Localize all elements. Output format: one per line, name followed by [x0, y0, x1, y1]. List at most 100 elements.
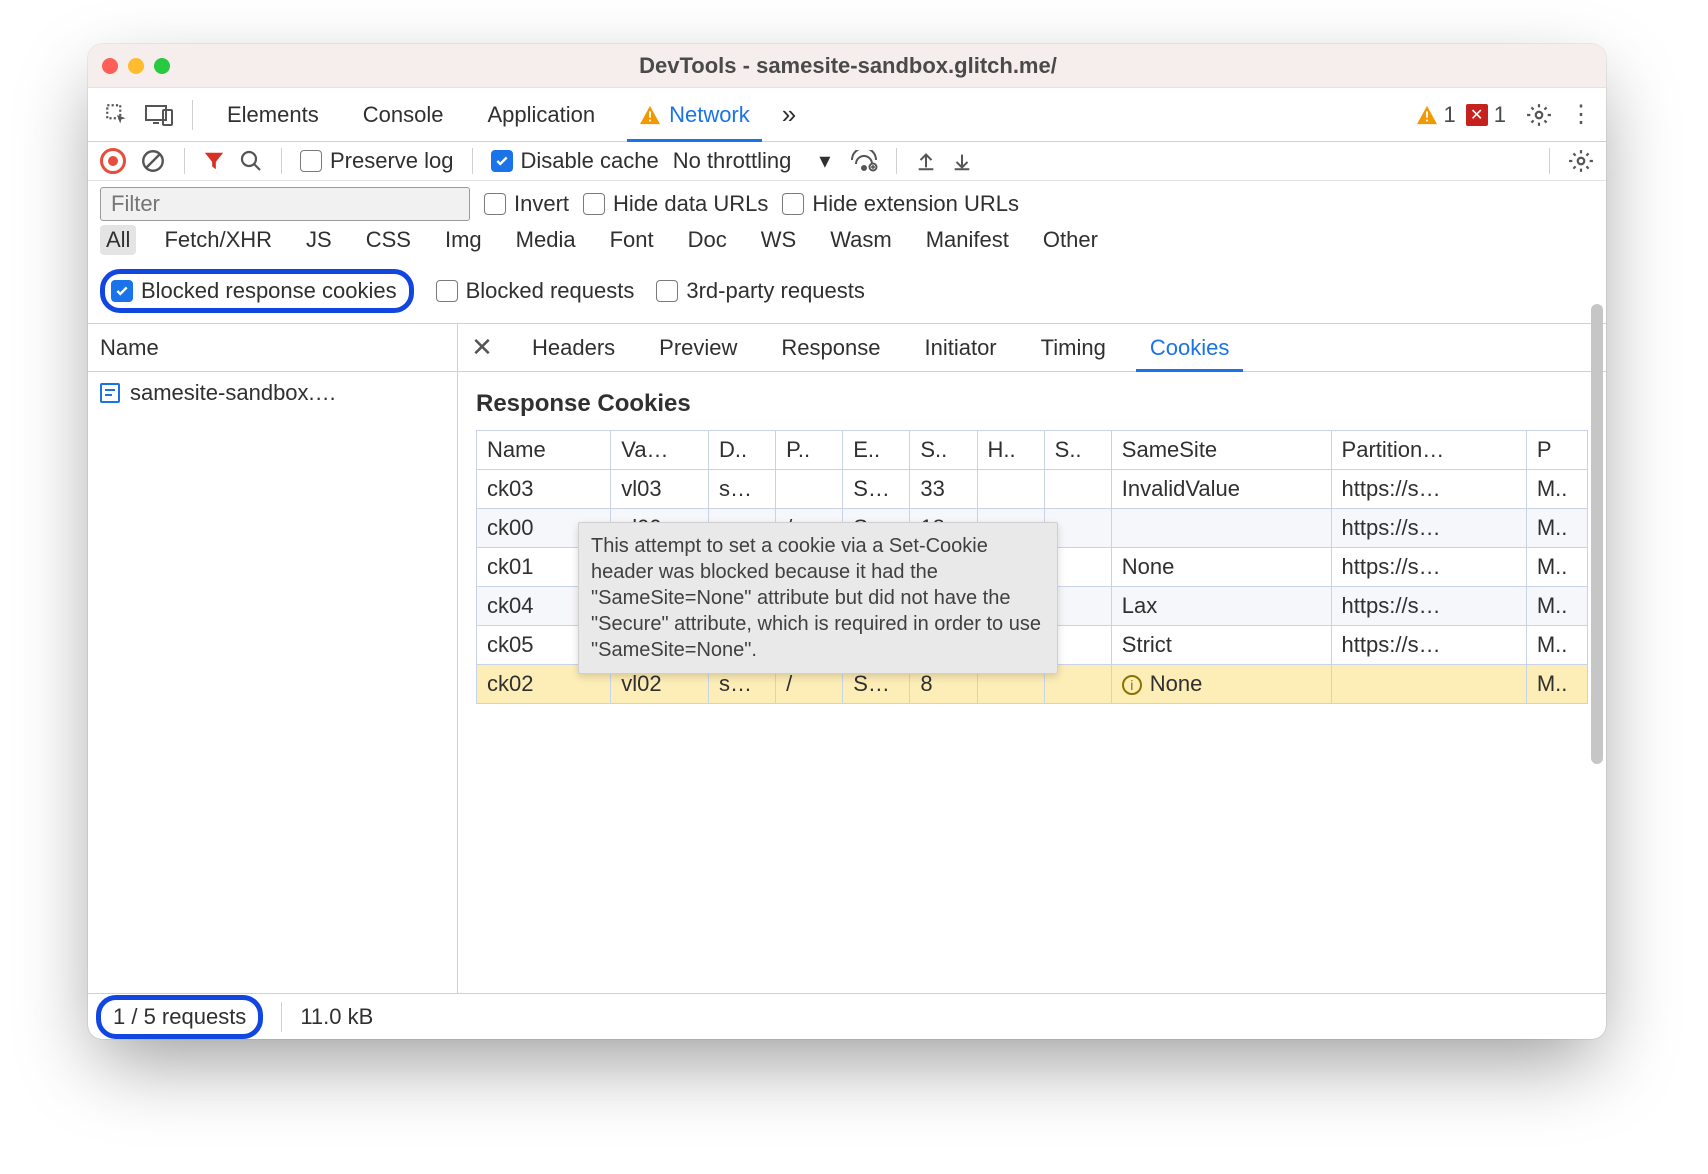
- main-tabstrip: Elements Console Application Network » 1…: [88, 88, 1606, 142]
- device-toolbar-icon[interactable]: [142, 98, 176, 132]
- invert-checkbox[interactable]: Invert: [484, 191, 569, 217]
- column-header[interactable]: H..: [977, 431, 1044, 470]
- throttling-select[interactable]: No throttling ▾: [673, 148, 837, 174]
- cell: [776, 470, 843, 509]
- tab-network-label: Network: [669, 102, 750, 128]
- network-settings-icon[interactable]: [1568, 148, 1594, 174]
- resource-type-doc[interactable]: Doc: [682, 225, 733, 255]
- errors-badge[interactable]: ✕ 1: [1466, 102, 1506, 128]
- detail-tab-cookies[interactable]: Cookies: [1132, 324, 1247, 371]
- column-header[interactable]: P: [1526, 431, 1587, 470]
- document-icon: [100, 383, 120, 403]
- cell: M..: [1526, 470, 1587, 509]
- request-list-pane: Name samesite-sandbox.…: [88, 324, 458, 993]
- column-header[interactable]: P..: [776, 431, 843, 470]
- resource-type-js[interactable]: JS: [300, 225, 338, 255]
- resource-type-other[interactable]: Other: [1037, 225, 1104, 255]
- response-cookies-heading: Response Cookies: [476, 390, 1588, 418]
- download-har-icon[interactable]: [951, 149, 973, 173]
- hide-data-label: Hide data URLs: [613, 191, 768, 217]
- name-column-header: Name: [100, 335, 159, 361]
- blocked-response-cookies-checkbox[interactable]: Blocked response cookies: [111, 278, 397, 304]
- cookie-filter-row: Blocked response cookies Blocked request…: [88, 263, 1606, 324]
- error-icon: ✕: [1466, 104, 1488, 126]
- detail-tab-timing[interactable]: Timing: [1023, 324, 1124, 371]
- errors-count: 1: [1494, 102, 1506, 128]
- tab-application[interactable]: Application: [469, 88, 613, 141]
- column-header[interactable]: SameSite: [1111, 431, 1331, 470]
- filter-input[interactable]: [100, 187, 470, 221]
- chevron-down-icon: ▾: [819, 148, 830, 174]
- scrollbar[interactable]: [1591, 304, 1603, 764]
- throttling-value: No throttling: [673, 148, 792, 174]
- column-header[interactable]: E..: [843, 431, 910, 470]
- warning-icon: [1416, 105, 1438, 125]
- upload-har-icon[interactable]: [915, 149, 937, 173]
- column-header[interactable]: Name: [477, 431, 611, 470]
- resource-type-font[interactable]: Font: [604, 225, 660, 255]
- hide-ext-label: Hide extension URLs: [812, 191, 1019, 217]
- column-header[interactable]: Va…: [611, 431, 709, 470]
- resource-type-manifest[interactable]: Manifest: [920, 225, 1015, 255]
- detail-tab-initiator[interactable]: Initiator: [906, 324, 1014, 371]
- warnings-badge[interactable]: 1: [1416, 102, 1456, 128]
- titlebar: DevTools - samesite-sandbox.glitch.me/: [88, 44, 1606, 88]
- resource-type-img[interactable]: Img: [439, 225, 488, 255]
- table-header-row: NameVa…D..P..E..S..H..S..SameSitePartiti…: [477, 431, 1588, 470]
- window-title: DevTools - samesite-sandbox.glitch.me/: [104, 53, 1592, 79]
- disable-cache-checkbox[interactable]: Disable cache: [491, 148, 659, 174]
- filter-icon[interactable]: [203, 150, 225, 172]
- tab-network[interactable]: Network: [621, 88, 768, 141]
- cell: M..: [1526, 665, 1587, 704]
- divider: [472, 148, 473, 174]
- cell: [1044, 470, 1111, 509]
- cell: s…: [708, 470, 775, 509]
- resource-type-wasm[interactable]: Wasm: [824, 225, 898, 255]
- resource-type-fetchxhr[interactable]: Fetch/XHR: [158, 225, 278, 255]
- column-header[interactable]: S..: [1044, 431, 1111, 470]
- resource-type-media[interactable]: Media: [510, 225, 582, 255]
- cell: InvalidValue: [1111, 470, 1331, 509]
- clear-icon[interactable]: [140, 148, 166, 174]
- preserve-log-label: Preserve log: [330, 148, 454, 174]
- blocked-requests-checkbox[interactable]: Blocked requests: [436, 278, 635, 304]
- inspect-element-icon[interactable]: [100, 98, 134, 132]
- cell: [1111, 509, 1331, 548]
- main-split: Name samesite-sandbox.… ✕ HeadersPreview…: [88, 324, 1606, 993]
- preserve-log-checkbox[interactable]: Preserve log: [300, 148, 454, 174]
- cell: 33: [910, 470, 977, 509]
- resource-type-all[interactable]: All: [100, 225, 136, 255]
- issue-badges: 1 ✕ 1: [1416, 102, 1507, 128]
- hide-extension-urls-checkbox[interactable]: Hide extension URLs: [782, 191, 1019, 217]
- record-button[interactable]: [100, 148, 126, 174]
- cell: ck03: [477, 470, 611, 509]
- detail-tab-preview[interactable]: Preview: [641, 324, 755, 371]
- divider: [1549, 148, 1550, 174]
- more-icon[interactable]: ⋮: [1564, 98, 1598, 132]
- third-party-checkbox[interactable]: 3rd-party requests: [656, 278, 865, 304]
- settings-icon[interactable]: [1522, 98, 1556, 132]
- hide-data-urls-checkbox[interactable]: Hide data URLs: [583, 191, 768, 217]
- column-header[interactable]: Partition…: [1331, 431, 1526, 470]
- table-row[interactable]: ck03vl03s…S…33InvalidValuehttps://s…M..: [477, 470, 1588, 509]
- cell: iNone: [1111, 665, 1331, 704]
- blocked-requests-label: Blocked requests: [466, 278, 635, 304]
- resource-type-ws[interactable]: WS: [755, 225, 802, 255]
- column-header[interactable]: S..: [910, 431, 977, 470]
- column-header[interactable]: D..: [708, 431, 775, 470]
- resource-type-css[interactable]: CSS: [360, 225, 417, 255]
- network-conditions-icon[interactable]: [850, 150, 878, 172]
- request-list[interactable]: samesite-sandbox.…: [88, 372, 457, 993]
- tabs-overflow[interactable]: »: [776, 88, 802, 141]
- warning-icon: [639, 105, 661, 125]
- detail-tab-response[interactable]: Response: [763, 324, 898, 371]
- search-icon[interactable]: [239, 149, 263, 173]
- request-row[interactable]: samesite-sandbox.…: [88, 372, 457, 414]
- devtools-window: DevTools - samesite-sandbox.glitch.me/ E…: [88, 44, 1606, 1039]
- highlight-ring: 1 / 5 requests: [96, 995, 263, 1039]
- detail-tab-headers[interactable]: Headers: [514, 324, 633, 371]
- tab-console[interactable]: Console: [345, 88, 462, 141]
- tab-elements[interactable]: Elements: [209, 88, 337, 141]
- close-detail-icon[interactable]: ✕: [468, 332, 496, 363]
- cell: vl03: [611, 470, 709, 509]
